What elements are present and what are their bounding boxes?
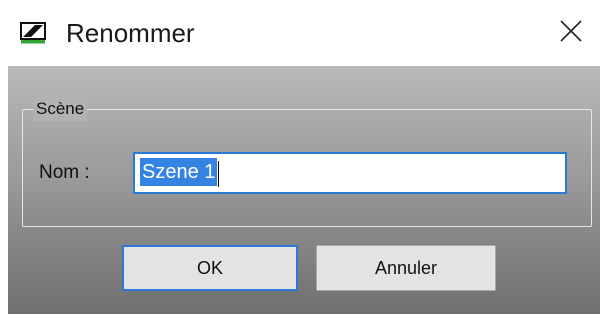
name-input[interactable]: Szene 1 bbox=[133, 152, 567, 194]
dialog-title: Renommer bbox=[66, 18, 195, 48]
close-button[interactable] bbox=[552, 14, 590, 52]
close-icon bbox=[559, 19, 583, 48]
dialog-body: Scène Nom : Szene 1 OK Annuler bbox=[8, 66, 600, 314]
ok-button[interactable]: OK bbox=[122, 245, 298, 291]
groupbox-label: Scène bbox=[33, 97, 88, 121]
title-bar[interactable]: Renommer bbox=[0, 0, 600, 66]
text-caret bbox=[218, 160, 220, 187]
name-label: Nom : bbox=[39, 162, 90, 183]
rename-dialog: Renommer Scène Nom : Szene 1 OK Annuler bbox=[0, 0, 600, 314]
sennheiser-logo-icon bbox=[20, 22, 46, 44]
name-input-value: Szene 1 bbox=[140, 158, 218, 186]
cancel-button[interactable]: Annuler bbox=[316, 245, 496, 291]
